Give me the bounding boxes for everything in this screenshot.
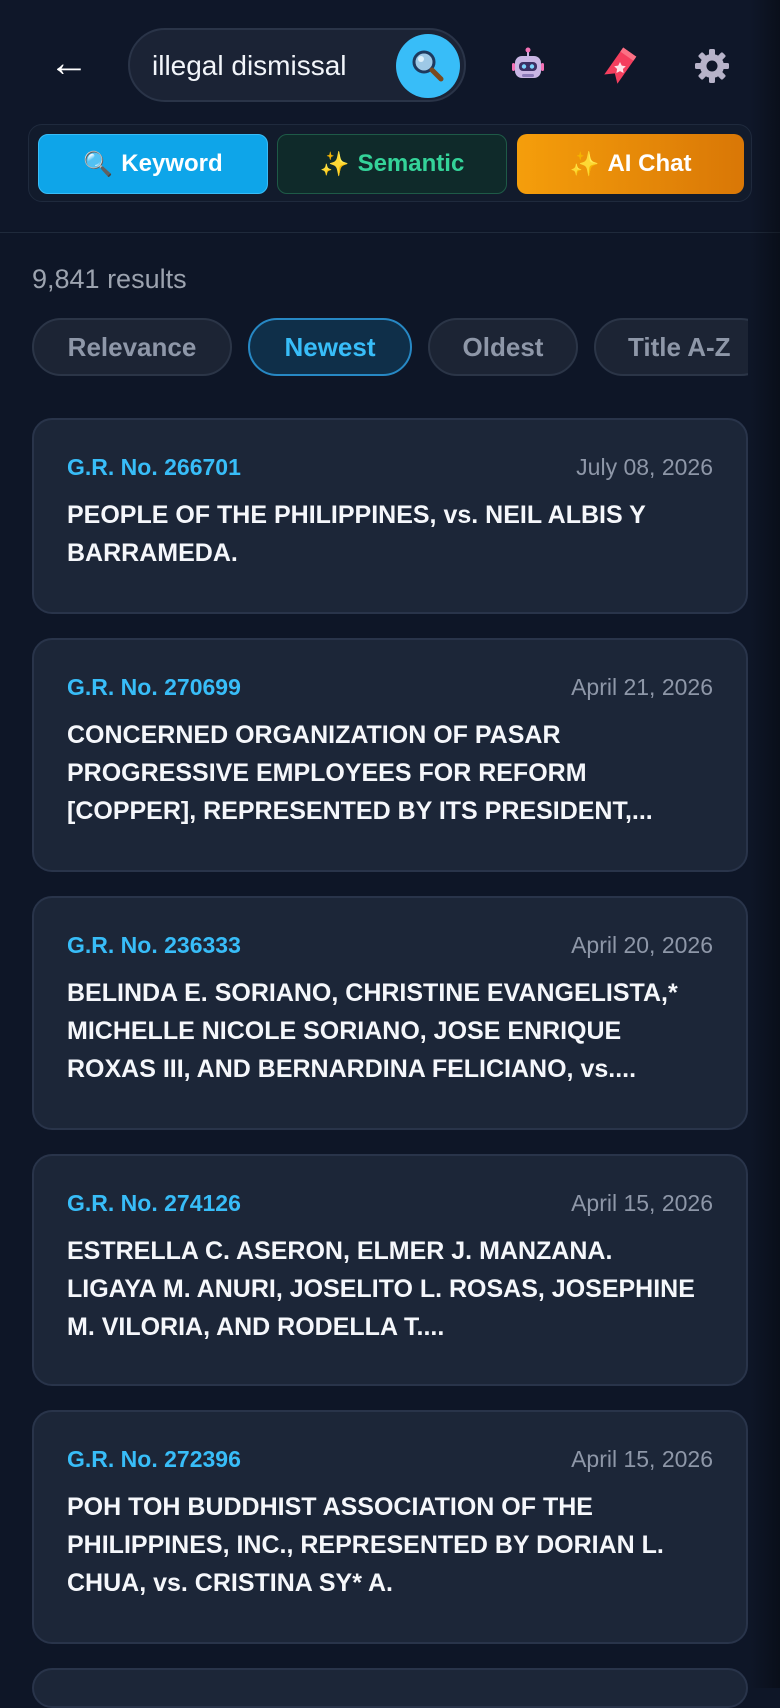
search-box	[128, 28, 466, 102]
case-card[interactable]: G.R. No. 266701 July 08, 2026 PEOPLE OF …	[32, 418, 748, 614]
case-date: April 15, 2026	[571, 1446, 713, 1472]
tab-semantic-label: Semantic	[357, 150, 465, 177]
case-date: July 08, 2026	[576, 454, 713, 480]
bookmarks-button[interactable]	[594, 40, 646, 92]
case-title: BELINDA E. SORIANO, CHRISTINE EVANGELIST…	[67, 979, 678, 1083]
bookmark-icon	[604, 47, 637, 84]
search-icon	[412, 50, 444, 82]
top-bar: ← illegal dismissal 🔍 Keyword ✨ Semantic…	[0, 0, 780, 230]
case-gr-number: G.R. No. 274126	[67, 1190, 241, 1216]
case-title: POH TOH BUDDHIST ASSOCIATION OF THE PHIL…	[67, 1493, 664, 1597]
results-count: 9,841 results	[32, 264, 187, 294]
search-icon: 🔍	[83, 150, 114, 178]
gear-icon	[695, 49, 729, 83]
sparkles-icon: ✨	[319, 150, 350, 178]
robot-icon	[512, 47, 544, 78]
settings-button[interactable]	[686, 40, 738, 92]
case-date: April 21, 2026	[571, 674, 713, 700]
sort-title-az[interactable]: Title A-Z	[594, 318, 748, 376]
case-title: ESTRELLA C. ASERON, ELMER J. MANZANA. LI…	[67, 1237, 695, 1341]
search-input[interactable]	[150, 44, 364, 88]
case-gr-number: G.R. No. 272396	[67, 1446, 241, 1472]
tab-semantic[interactable]: ✨ Semantic	[277, 134, 507, 194]
case-gr-number: G.R. No. 270699	[67, 674, 241, 700]
sort-options: Relevance Newest Oldest Title A-Z	[32, 318, 748, 378]
case-gr-number: G.R. No. 266701	[67, 454, 241, 480]
case-card[interactable]: G.R. No. 274126 April 15, 2026 ESTRELLA …	[32, 1154, 748, 1386]
case-card[interactable]: G.R. No. 272396 April 15, 2026 POH TOH B…	[32, 1410, 748, 1644]
scroll-edge-shadow	[750, 0, 780, 1688]
case-date: April 20, 2026	[571, 932, 713, 958]
tab-keyword[interactable]: 🔍 Keyword	[38, 134, 268, 194]
tab-ai-chat[interactable]: ✨ AI Chat	[517, 134, 744, 194]
tab-keyword-label: Keyword	[121, 150, 223, 177]
search-mode-tabs: 🔍 Keyword ✨ Semantic ✨ AI Chat	[28, 124, 752, 202]
header-divider	[0, 232, 780, 233]
case-date: April 15, 2026	[571, 1190, 713, 1216]
case-card[interactable]: G.R. No. 270699 April 21, 2026 CONCERNED…	[32, 638, 748, 872]
search-button[interactable]	[396, 34, 460, 98]
sort-newest[interactable]: Newest	[248, 318, 412, 376]
case-card[interactable]: G.R. No. 236333 April 20, 2026 BELINDA E…	[32, 896, 748, 1130]
case-gr-number: G.R. No. 236333	[67, 932, 241, 958]
case-title: PEOPLE OF THE PHILIPPINES, vs. NEIL ALBI…	[67, 501, 646, 567]
ai-assistant-button[interactable]	[502, 40, 554, 92]
sort-oldest[interactable]: Oldest	[428, 318, 578, 376]
case-card[interactable]	[32, 1668, 748, 1708]
back-arrow-icon: ←	[49, 40, 89, 85]
case-title: CONCERNED ORGANIZATION OF PASAR PROGRESS…	[67, 721, 653, 825]
tab-ai-chat-label: AI Chat	[607, 150, 692, 177]
sparkles-icon: ✨	[569, 150, 600, 178]
sort-relevance[interactable]: Relevance	[32, 318, 232, 376]
back-button[interactable]: ←	[44, 38, 94, 88]
